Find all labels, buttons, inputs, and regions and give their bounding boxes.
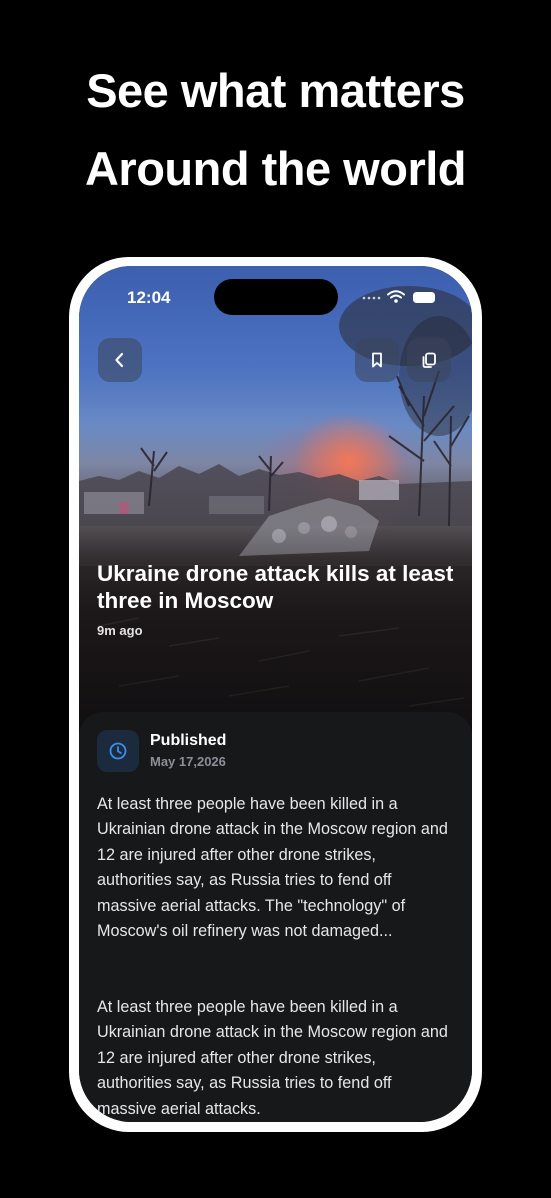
dynamic-island	[214, 279, 338, 315]
back-button[interactable]	[98, 338, 142, 382]
chevron-left-icon	[115, 352, 124, 368]
article-age: 9m ago	[97, 623, 143, 638]
bookmark-button[interactable]	[355, 338, 399, 382]
article-hero-image	[79, 266, 472, 736]
promo-headline-line1: See what matters	[86, 64, 465, 117]
status-bar-icons	[362, 290, 435, 303]
cellular-signal-icon	[362, 296, 381, 300]
published-label: Published	[150, 732, 227, 749]
promo-headline-line2: Around the world	[84, 142, 467, 195]
bookmark-icon	[372, 352, 382, 368]
article-title: Ukraine drone attack kills at least thre…	[97, 561, 454, 613]
clock-icon	[109, 742, 127, 760]
article-paragraph: At least three people have been killed i…	[97, 998, 448, 1118]
status-bar-time: 12:04	[127, 288, 171, 307]
wifi-icon	[387, 290, 405, 299]
battery-icon	[413, 292, 435, 303]
published-icon-badge	[97, 730, 139, 772]
phone-screen: 12:04 Ukraine drone attack kills at leas…	[79, 266, 472, 1122]
article-paragraph: At least three people have been killed i…	[97, 795, 448, 941]
copy-icon	[422, 352, 436, 368]
article-content-sheet: Published May 17,2026 At least three peo…	[79, 712, 472, 1122]
copy-button[interactable]	[407, 338, 451, 382]
published-date: May 17,2026	[150, 754, 226, 769]
